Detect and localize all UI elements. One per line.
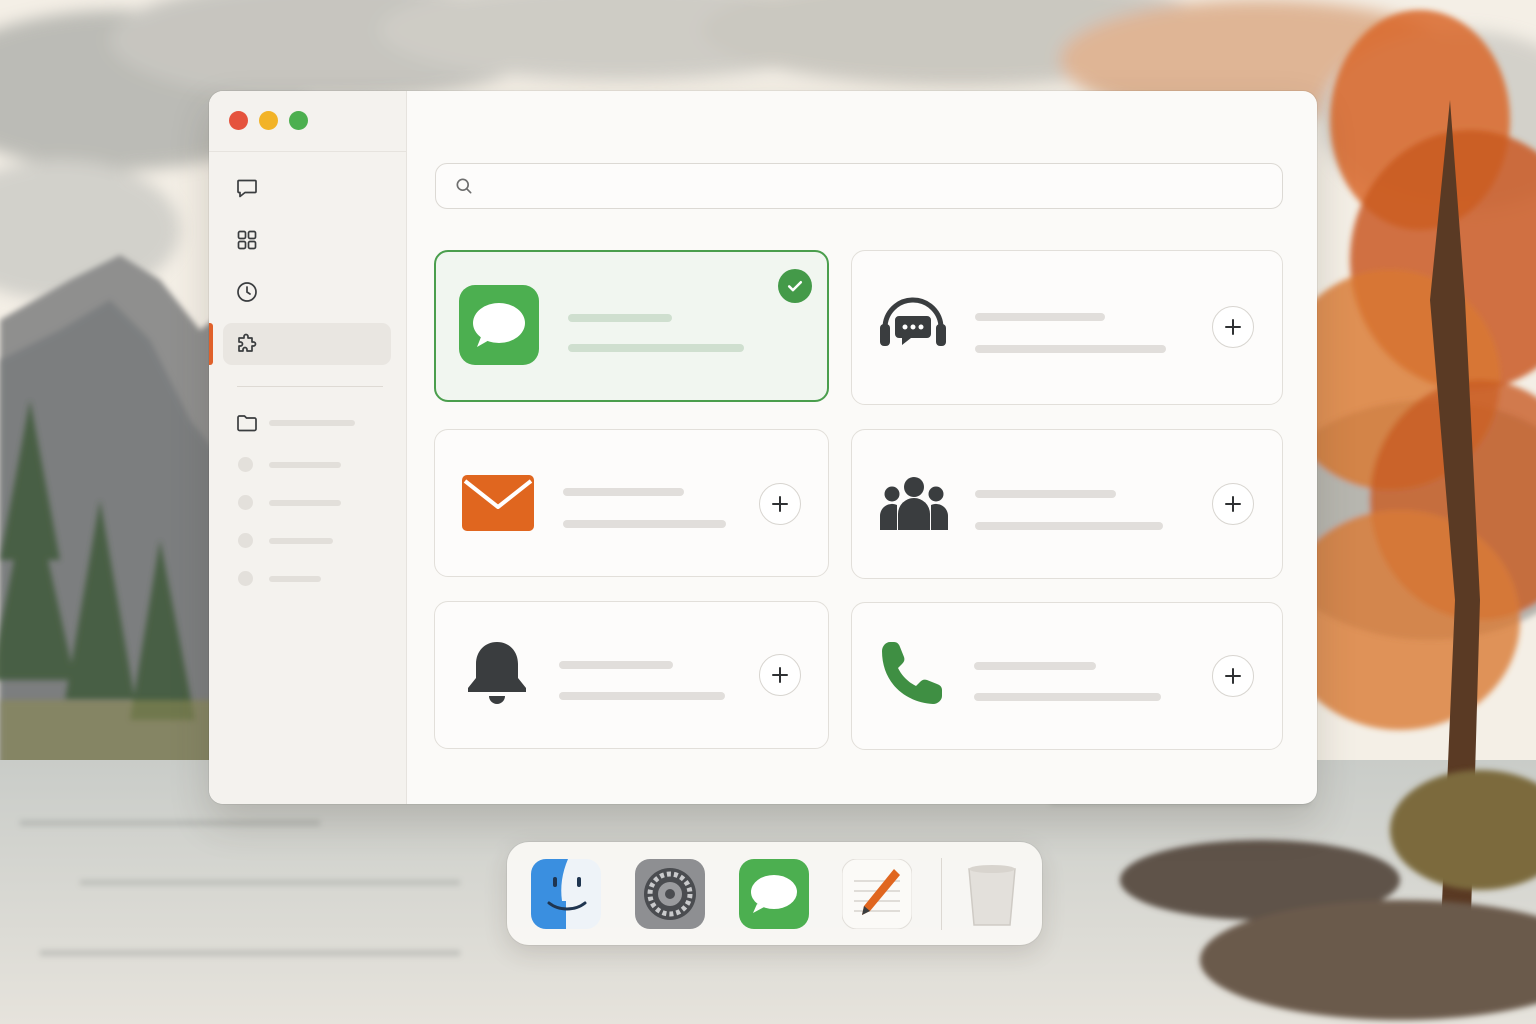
sidebar-item-history[interactable] bbox=[223, 271, 391, 313]
folder-label bbox=[269, 420, 355, 426]
folder-icon bbox=[237, 415, 257, 432]
integration-subtitle bbox=[568, 344, 744, 352]
close-window-button[interactable] bbox=[229, 111, 248, 130]
plus-icon bbox=[1225, 319, 1241, 335]
list-item-dot bbox=[238, 457, 253, 472]
integration-title bbox=[975, 313, 1105, 321]
add-integration-button[interactable] bbox=[1212, 306, 1254, 348]
list-item-dot bbox=[238, 495, 253, 510]
zoom-window-button[interactable] bbox=[289, 111, 308, 130]
messages-app-icon bbox=[459, 285, 539, 365]
sidebar-list-item[interactable] bbox=[238, 457, 341, 472]
sidebar-item-apps[interactable] bbox=[223, 219, 391, 261]
sidebar bbox=[209, 91, 407, 804]
add-integration-button[interactable] bbox=[759, 654, 801, 696]
integration-card-notifications[interactable] bbox=[434, 601, 829, 749]
integration-subtitle bbox=[563, 520, 726, 528]
mail-envelope-icon bbox=[462, 475, 534, 531]
integration-subtitle bbox=[974, 693, 1161, 701]
plus-icon bbox=[772, 667, 788, 683]
add-integration-button[interactable] bbox=[759, 483, 801, 525]
integration-subtitle bbox=[559, 692, 725, 700]
notes-pencil-icon[interactable] bbox=[842, 859, 912, 929]
list-item-dot bbox=[238, 533, 253, 548]
bell-icon bbox=[468, 642, 526, 704]
trash-icon[interactable] bbox=[959, 859, 1025, 929]
integration-subtitle bbox=[975, 522, 1163, 530]
minimize-window-button[interactable] bbox=[259, 111, 278, 130]
list-item-label bbox=[269, 499, 341, 506]
integration-title bbox=[974, 662, 1096, 670]
chat-bubble-icon bbox=[237, 179, 257, 198]
clock-icon bbox=[237, 282, 257, 302]
grid-icon bbox=[237, 230, 257, 250]
list-item-dot bbox=[238, 571, 253, 586]
app-window bbox=[209, 91, 1317, 804]
window-controls bbox=[229, 111, 308, 130]
active-nav-indicator bbox=[209, 323, 213, 365]
list-item-label bbox=[269, 575, 321, 582]
integration-card-support[interactable] bbox=[851, 250, 1283, 405]
plus-icon bbox=[1225, 496, 1241, 512]
integration-title bbox=[563, 488, 684, 496]
integration-card-phone[interactable] bbox=[851, 602, 1283, 750]
plus-icon bbox=[1225, 668, 1241, 684]
sidebar-item-integrations[interactable] bbox=[223, 323, 391, 365]
support-headset-icon bbox=[880, 297, 946, 346]
integration-subtitle bbox=[975, 345, 1166, 353]
checkmark-icon bbox=[787, 281, 803, 292]
add-integration-button[interactable] bbox=[1212, 655, 1254, 697]
sidebar-header-divider bbox=[209, 151, 406, 152]
list-item-label bbox=[269, 537, 333, 544]
system-settings-icon[interactable] bbox=[635, 859, 705, 929]
search-icon bbox=[456, 178, 472, 194]
integration-title bbox=[559, 661, 673, 669]
integration-title bbox=[975, 490, 1116, 498]
search-bar[interactable] bbox=[435, 163, 1283, 209]
search-input[interactable] bbox=[484, 170, 1282, 202]
finder-icon[interactable] bbox=[531, 859, 601, 929]
sidebar-list-item[interactable] bbox=[238, 495, 341, 510]
sidebar-folder[interactable] bbox=[235, 411, 355, 435]
integration-card-mail[interactable] bbox=[434, 429, 829, 577]
integration-card-team[interactable] bbox=[851, 429, 1283, 579]
plus-icon bbox=[772, 496, 788, 512]
sidebar-divider bbox=[237, 386, 383, 387]
dock bbox=[507, 842, 1042, 945]
add-integration-button[interactable] bbox=[1212, 483, 1254, 525]
messages-icon[interactable] bbox=[739, 859, 809, 929]
puzzle-icon bbox=[238, 333, 257, 352]
sidebar-item-chats[interactable] bbox=[223, 167, 391, 209]
sidebar-list-item[interactable] bbox=[238, 571, 321, 586]
phone-icon bbox=[882, 642, 942, 704]
added-check-badge bbox=[778, 269, 812, 303]
list-item-label bbox=[269, 461, 341, 468]
team-people-icon bbox=[880, 477, 948, 530]
dock-divider bbox=[941, 858, 942, 930]
integration-title bbox=[568, 314, 672, 322]
sidebar-list-item[interactable] bbox=[238, 533, 333, 548]
integration-card-messages[interactable] bbox=[434, 250, 829, 402]
